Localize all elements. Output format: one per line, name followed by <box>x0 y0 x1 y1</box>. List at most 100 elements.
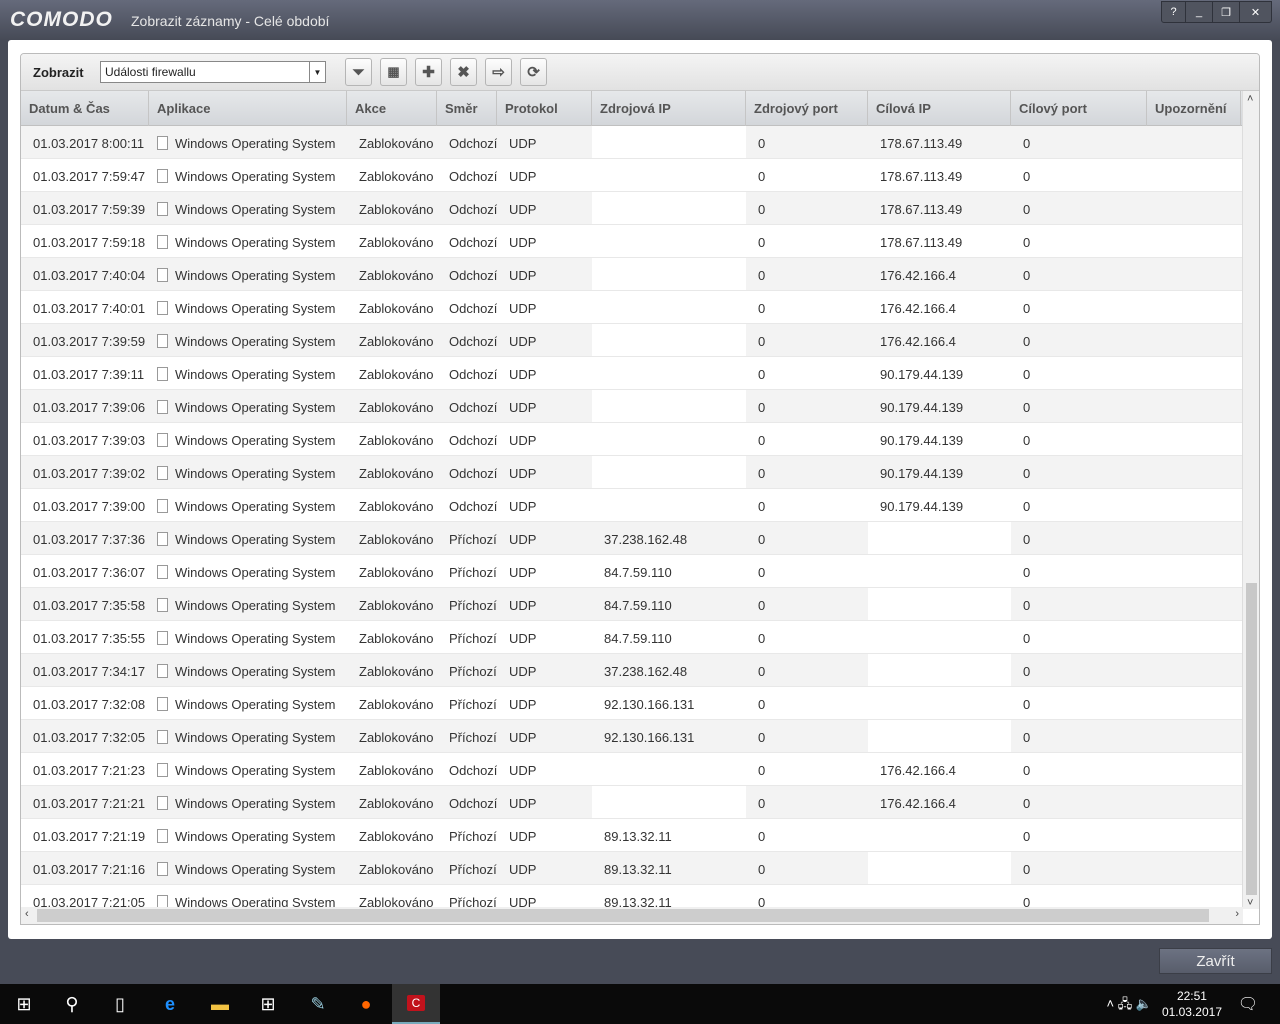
horizontal-scroll-thumb[interactable] <box>37 909 1209 922</box>
firefox-button[interactable]: ● <box>342 984 390 1024</box>
comodo-taskbar-button[interactable]: C <box>392 984 440 1024</box>
delete-button[interactable]: ✖ <box>450 58 477 86</box>
table-row[interactable]: 01.03.2017 7:32:05 Windows Operating Syst… <box>21 720 1243 753</box>
table-row[interactable]: 01.03.2017 7:21:19 Windows Operating Syst… <box>21 819 1243 852</box>
table-row[interactable]: 01.03.2017 7:21:16 Windows Operating Syst… <box>21 852 1243 885</box>
table-row[interactable]: 01.03.2017 7:21:21 Windows Operating Syst… <box>21 786 1243 819</box>
table-row[interactable]: 01.03.2017 7:32:08 Windows Operating Syst… <box>21 687 1243 720</box>
table-row[interactable]: 01.03.2017 7:36:07 Windows Operating Syst… <box>21 555 1243 588</box>
cell-destination-port: 0 <box>1023 334 1031 349</box>
cell-source-port: 0 <box>758 796 766 811</box>
column-header-alert[interactable]: Upozornění <box>1147 91 1241 126</box>
column-header-source-port[interactable]: Zdrojový port <box>746 91 868 126</box>
vertical-scrollbar[interactable]: ˄ ˅ <box>1242 91 1259 909</box>
cell-protocol: UDP <box>509 631 537 646</box>
cell-protocol: UDP <box>509 565 537 580</box>
cell-source-port: 0 <box>758 301 766 316</box>
clock[interactable]: 22:51 01.03.2017 <box>1162 988 1222 1020</box>
store-button[interactable]: ⊞ <box>244 984 292 1024</box>
view-select[interactable]: Události firewallu ▼ <box>100 61 326 83</box>
close-button[interactable]: Zavřít <box>1159 948 1272 974</box>
table-row[interactable]: 01.03.2017 7:59:47 Windows Operating Syst… <box>21 159 1243 192</box>
table-row[interactable]: 01.03.2017 7:39:00 Windows Operating Syst… <box>21 489 1243 522</box>
cell-protocol: UDP <box>509 697 537 712</box>
cell-protocol: UDP <box>509 895 537 909</box>
cell-date-time: 01.03.2017 7:59:47 <box>33 169 146 184</box>
table-row[interactable]: 01.03.2017 7:40:04 Windows Operating Syst… <box>21 258 1243 291</box>
table-row[interactable]: 01.03.2017 7:35:55 Windows Operating Syst… <box>21 621 1243 654</box>
cell-application: Windows Operating System <box>149 621 347 653</box>
horizontal-scrollbar[interactable]: ‹ › <box>21 907 1243 924</box>
table-row[interactable]: 01.03.2017 7:37:36 Windows Operating Syst… <box>21 522 1243 555</box>
start-button[interactable]: ⊞ <box>0 984 48 1024</box>
table-row[interactable]: 01.03.2017 7:34:17 Windows Operating Syst… <box>21 654 1243 687</box>
notifications-button[interactable]: 🗨 <box>1224 984 1272 1024</box>
cell-alert <box>1147 225 1241 257</box>
table-row[interactable]: 01.03.2017 7:39:11 Windows Operating Syst… <box>21 357 1243 390</box>
column-header-direction[interactable]: Směr <box>437 91 497 126</box>
edge-button[interactable]: e <box>146 984 194 1024</box>
comodo-logo: COMODO <box>10 8 113 31</box>
cell-protocol: UDP <box>509 367 537 382</box>
cell-destination-ip: 178.67.113.49 <box>880 169 963 184</box>
table-row[interactable]: 01.03.2017 8:00:11 Windows Operating Syst… <box>21 126 1243 159</box>
cell-alert <box>1147 720 1241 752</box>
cell-source-ip: 84.7.59.110 <box>604 598 672 613</box>
column-header-action[interactable]: Akce <box>347 91 437 126</box>
cell-protocol: UDP <box>509 202 537 217</box>
restore-button[interactable]: ❐ <box>1212 2 1239 22</box>
cell-date-time: 01.03.2017 7:34:17 <box>33 664 146 679</box>
add-button[interactable]: ✚ <box>415 58 442 86</box>
cell-date-time: 01.03.2017 7:40:01 <box>33 301 146 316</box>
column-header-destination-ip[interactable]: Cílová IP <box>868 91 1011 126</box>
file-icon <box>157 301 168 315</box>
column-header-date-time[interactable]: Datum & Čas <box>21 91 149 126</box>
file-icon <box>157 664 168 678</box>
refresh-icon: ⟳ <box>527 64 540 81</box>
table-row[interactable]: 01.03.2017 7:35:58 Windows Operating Syst… <box>21 588 1243 621</box>
cell-destination-ip: 90.179.44.139 <box>880 433 964 448</box>
task-view-button[interactable]: ▯ <box>96 984 144 1024</box>
tray-icons[interactable]: ˄ 🖧 🔈 <box>1107 995 1153 1017</box>
cell-destination-port: 0 <box>1023 895 1031 909</box>
table-row[interactable]: 01.03.2017 7:21:05 Windows Operating Syst… <box>21 885 1243 909</box>
scroll-down-icon[interactable]: ˅ <box>1247 897 1253 909</box>
cell-destination-ip <box>868 819 1011 851</box>
cell-source-port: 0 <box>758 367 766 382</box>
minimize-button[interactable]: _ <box>1185 2 1212 22</box>
table-row[interactable]: 01.03.2017 7:21:23 Windows Operating Syst… <box>21 753 1243 786</box>
window-controls: ? _ ❐ ✕ <box>1161 1 1272 23</box>
table-row[interactable]: 01.03.2017 7:40:01 Windows Operating Syst… <box>21 291 1243 324</box>
table-row[interactable]: 01.03.2017 7:59:18 Windows Operating Syst… <box>21 225 1243 258</box>
chevron-down-icon[interactable]: ▼ <box>309 62 325 82</box>
column-header-application[interactable]: Aplikace <box>149 91 347 126</box>
scroll-left-icon[interactable]: ‹ <box>25 908 29 920</box>
table-row[interactable]: 01.03.2017 7:39:03 Windows Operating Syst… <box>21 423 1243 456</box>
column-header-source-ip[interactable]: Zdrojová IP <box>592 91 746 126</box>
column-header-protocol[interactable]: Protokol <box>497 91 592 126</box>
table-row[interactable]: 01.03.2017 7:39:06 Windows Operating Syst… <box>21 390 1243 423</box>
cell-destination-port: 0 <box>1023 136 1031 151</box>
cell-action: Zablokováno <box>359 202 434 217</box>
paint-button[interactable]: ✎ <box>294 984 342 1024</box>
explorer-button[interactable]: ▬ <box>196 984 244 1024</box>
cell-date-time: 01.03.2017 7:59:18 <box>33 235 146 250</box>
filter-button[interactable]: ⏷ <box>345 58 372 86</box>
cell-source-ip <box>592 390 746 422</box>
table-row[interactable]: 01.03.2017 7:39:02 Windows Operating Syst… <box>21 456 1243 489</box>
cell-application: Windows Operating System <box>149 786 347 818</box>
help-button[interactable]: ? <box>1162 2 1185 22</box>
scroll-right-icon[interactable]: › <box>1235 908 1239 920</box>
refresh-button[interactable]: ⟳ <box>520 58 547 86</box>
search-button[interactable]: ⚲ <box>48 984 96 1024</box>
scroll-up-icon[interactable]: ˄ <box>1247 93 1253 105</box>
export-button[interactable]: ⇨ <box>485 58 512 86</box>
column-header-destination-port[interactable]: Cílový port <box>1011 91 1147 126</box>
cell-source-ip: 89.13.32.11 <box>604 895 672 909</box>
calendar-button[interactable]: ▦ <box>380 58 407 86</box>
table-row[interactable]: 01.03.2017 7:39:59 Windows Operating Syst… <box>21 324 1243 357</box>
close-window-button[interactable]: ✕ <box>1239 2 1271 22</box>
table-row[interactable]: 01.03.2017 7:59:39 Windows Operating Syst… <box>21 192 1243 225</box>
cell-date-time: 01.03.2017 7:21:23 <box>33 763 146 778</box>
vertical-scroll-thumb[interactable] <box>1246 583 1257 895</box>
